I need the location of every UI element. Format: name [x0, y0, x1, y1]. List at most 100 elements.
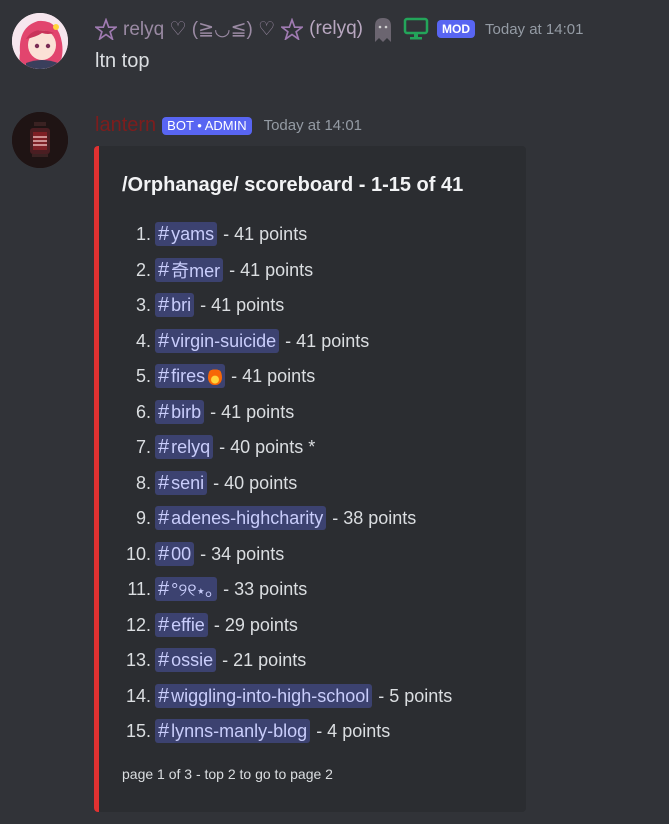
- rank-number: 7.: [135, 436, 151, 457]
- hash-icon: #: [158, 435, 170, 458]
- author-name[interactable]: lantern: [95, 114, 156, 137]
- points-text: - 41 points: [223, 223, 308, 244]
- points-text: - 21 points: [222, 649, 307, 670]
- channel-name: seni: [171, 472, 205, 493]
- channel-mention[interactable]: # relyq: [155, 435, 214, 459]
- rank-number: 3.: [135, 294, 151, 315]
- rank-number: 5.: [135, 365, 151, 386]
- channel-mention[interactable]: # fires: [155, 364, 226, 388]
- channel-mention[interactable]: # °୨୧⋆｡: [155, 577, 218, 601]
- points-text: - 41 points: [285, 330, 370, 351]
- channel-name: °୨୧⋆｡: [171, 580, 215, 600]
- rank-number: 8.: [135, 472, 151, 493]
- channel-name: bri: [171, 294, 192, 315]
- lantern-avatar-icon: [12, 112, 68, 168]
- message-relyq: relyq ♡ (≧◡≦) ♡ (relyq) MOD Today at 14:…: [0, 0, 669, 95]
- hash-icon: #: [158, 329, 170, 352]
- rank-number: 6.: [135, 401, 151, 422]
- points-text: - 29 points: [213, 614, 298, 635]
- hash-icon: #: [158, 648, 170, 671]
- channel-mention[interactable]: # wiggling-into-high-school: [155, 684, 373, 708]
- points-text: - 41 points: [229, 259, 314, 280]
- hash-icon: #: [158, 719, 170, 742]
- scoreboard-row: 8. # seni - 40 points: [99, 469, 297, 497]
- points-text: - 41 points: [200, 294, 285, 315]
- channel-mention[interactable]: # seni: [155, 471, 208, 495]
- channel-mention[interactable]: # effie: [155, 613, 208, 637]
- channel-name: effie: [171, 614, 205, 635]
- ghost-icon: [375, 18, 392, 42]
- fire-icon: [208, 367, 223, 385]
- channel-name: relyq: [171, 436, 211, 457]
- scoreboard-row: 5. # fires - 41 points: [99, 362, 315, 390]
- points-text: - 5 points: [378, 685, 453, 706]
- channel-name: ossie: [171, 649, 214, 670]
- channel-mention[interactable]: # adenes-highcharity: [155, 506, 327, 530]
- anime-girl-avatar-icon: [12, 13, 68, 69]
- rank-number: 9.: [135, 507, 151, 528]
- scoreboard-row: 14. # wiggling-into-high-school - 5 points: [99, 682, 452, 710]
- avatar-lantern[interactable]: [12, 112, 68, 168]
- timestamp[interactable]: Today at 14:01: [485, 21, 583, 38]
- points-text: - 41 points: [210, 401, 295, 422]
- scoreboard-row: 10. #00- 34 points: [99, 540, 284, 568]
- message-header: lantern BOT • ADMIN Today at 14:01: [95, 114, 362, 137]
- points-text: - 41 points: [231, 365, 316, 386]
- hash-icon: #: [158, 471, 170, 494]
- mod-role-badge: MOD: [437, 20, 476, 38]
- rank-number: 11.: [127, 578, 151, 599]
- channel-name: 奇mer: [171, 261, 221, 281]
- bot-admin-badge: BOT • ADMIN: [162, 116, 252, 135]
- channel-mention[interactable]: # lynns-manly-blog: [155, 719, 311, 743]
- rank-number: 14.: [125, 685, 151, 706]
- author-handle[interactable]: (relyq): [309, 18, 363, 40]
- scoreboard-row: 3. # bri - 41 points: [99, 291, 284, 319]
- channel-name: fires: [171, 365, 206, 386]
- channel-mention[interactable]: # birb: [155, 400, 205, 424]
- hash-icon: #: [158, 222, 170, 245]
- scoreboard-embed: /Orphanage/ scoreboard - 1-15 of 41 1. # y…: [94, 146, 526, 812]
- rank-number: 13.: [125, 649, 151, 670]
- rank-number: 15.: [125, 720, 151, 741]
- avatar-relyq[interactable]: [12, 13, 68, 69]
- channel-mention[interactable]: # ossie: [155, 648, 217, 672]
- channel-mention[interactable]: # virgin-suicide: [155, 329, 280, 353]
- hash-icon: #: [158, 577, 170, 600]
- scoreboard-row: 11. # °୨୧⋆｡ - 33 points: [99, 575, 307, 603]
- channel-name: virgin-suicide: [171, 330, 277, 351]
- hash-icon: #: [158, 506, 170, 529]
- scoreboard-row: 15. # lynns-manly-blog - 4 points: [99, 717, 390, 745]
- points-text: - 4 points: [316, 720, 391, 741]
- rank-number: 1.: [135, 223, 151, 244]
- channel-name: adenes-highcharity: [171, 507, 324, 528]
- scoreboard-row: 13. # ossie - 21 points: [99, 646, 306, 674]
- points-text: - 38 points: [332, 507, 417, 528]
- author-name[interactable]: relyq ♡ (≧◡≦) ♡: [123, 18, 275, 41]
- rank-number: 2.: [135, 259, 151, 280]
- scoreboard-row: 6. # birb - 41 points: [99, 398, 294, 426]
- scoreboard-row: 12. # effie - 29 points: [99, 611, 298, 639]
- channel-mention[interactable]: # yams: [155, 222, 218, 246]
- hash-icon: #: [158, 364, 170, 387]
- channel-mention[interactable]: # bri: [155, 293, 195, 317]
- channel-name: lynns-manly-blog: [171, 720, 308, 741]
- rank-number: 4.: [135, 330, 151, 351]
- hash-icon: #: [158, 400, 170, 423]
- timestamp[interactable]: Today at 14:01: [264, 117, 362, 134]
- scoreboard-row: 1. # yams - 41 points: [99, 220, 307, 248]
- channel-name: wiggling-into-high-school: [171, 685, 370, 706]
- points-text: - 33 points: [223, 578, 308, 599]
- scoreboard-row: 7. # relyq - 40 points *: [99, 433, 315, 461]
- channel-name: 00: [171, 543, 192, 564]
- hash-icon: #: [158, 613, 170, 636]
- rank-number: 12.: [125, 614, 151, 635]
- message-lantern: lantern BOT • ADMIN Today at 14:01 /Orph…: [0, 95, 669, 824]
- points-text: - 34 points: [200, 543, 285, 564]
- message-header: relyq ♡ (≧◡≦) ♡ (relyq) MOD Today at 14:…: [95, 16, 583, 42]
- channel-mention[interactable]: # 奇mer: [155, 258, 224, 282]
- hash-icon: #: [158, 542, 170, 565]
- embed-title: /Orphanage/ scoreboard - 1-15 of 41: [122, 174, 464, 196]
- scoreboard-row: 9. # adenes-highcharity - 38 points: [99, 504, 416, 532]
- points-text: - 40 points: [213, 472, 298, 493]
- channel-mention[interactable]: #00: [155, 542, 195, 566]
